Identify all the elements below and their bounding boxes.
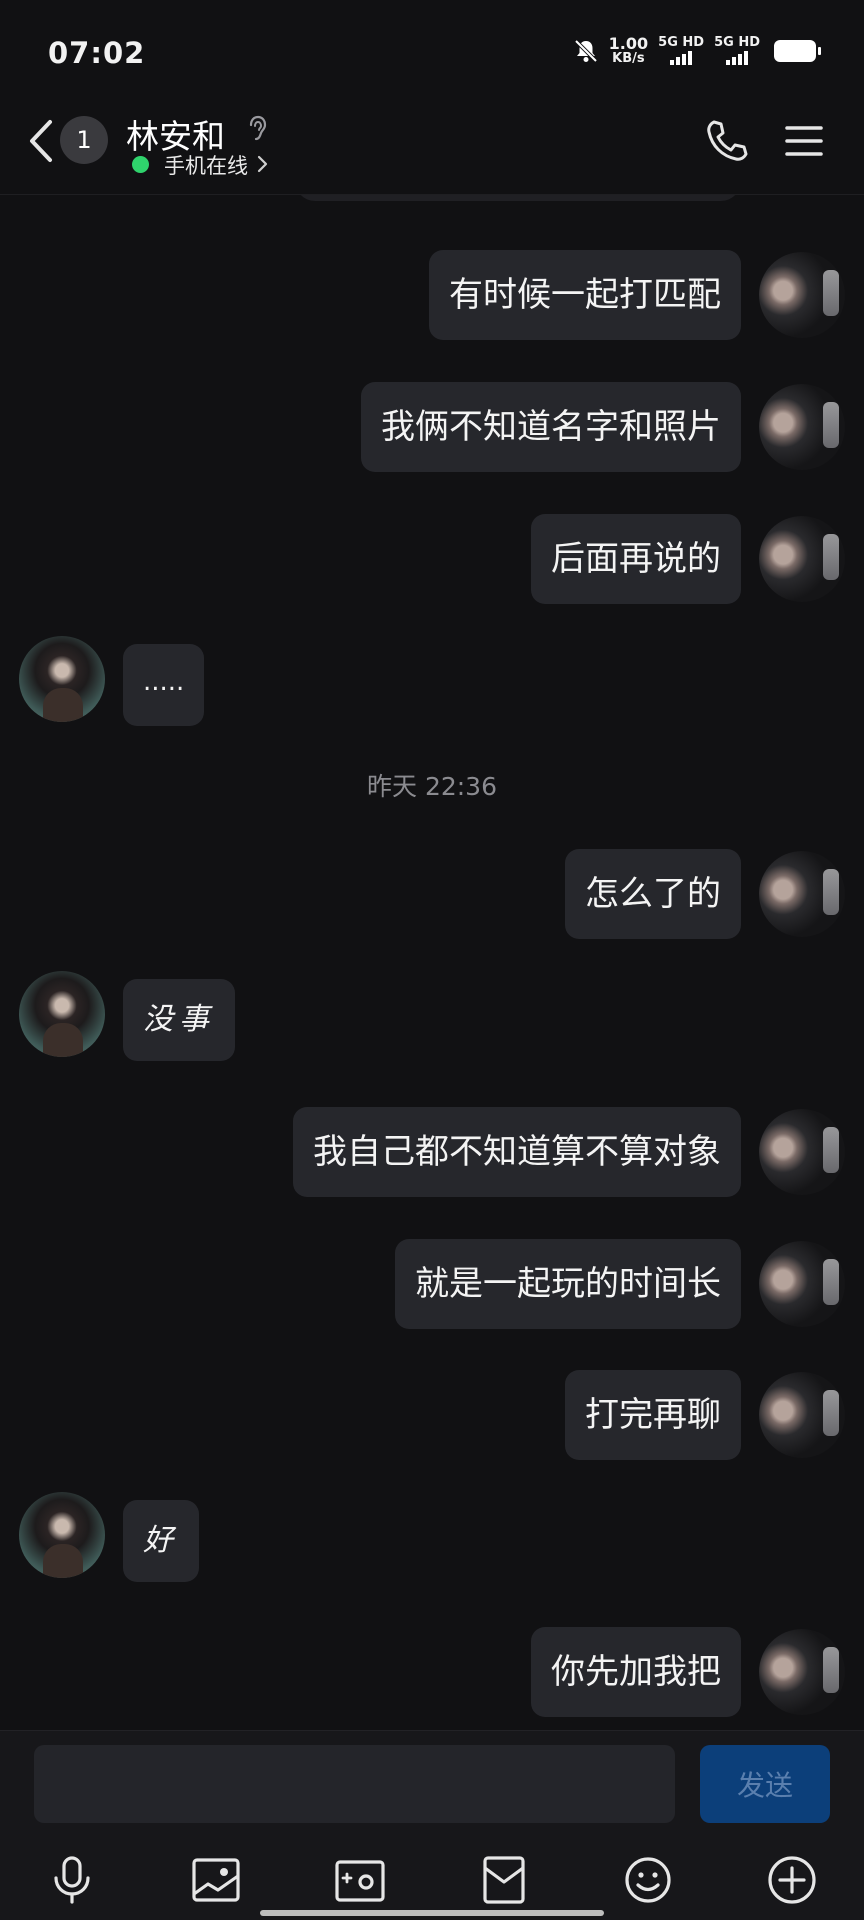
message-input[interactable] bbox=[34, 1745, 675, 1823]
avatar[interactable] bbox=[19, 1492, 105, 1578]
status-icons: 1.00 KB/s 5G HD 5G HD bbox=[573, 34, 821, 66]
online-status-text[interactable]: 手机在线 bbox=[164, 150, 248, 180]
emoji-icon[interactable] bbox=[622, 1854, 674, 1906]
avatar[interactable] bbox=[759, 1109, 845, 1195]
send-button[interactable]: 发送 bbox=[700, 1745, 830, 1823]
message-bubble[interactable]: 后面再说的 bbox=[531, 514, 741, 604]
message-bubble[interactable]: 我自己都不知道算不算对象 bbox=[293, 1107, 741, 1197]
net-speed: 1.00 KB/s bbox=[608, 34, 649, 66]
message-bubble[interactable]: 怎么了的 bbox=[565, 849, 741, 939]
avatar[interactable] bbox=[759, 1241, 845, 1327]
camera-icon[interactable] bbox=[334, 1854, 386, 1906]
avatar[interactable] bbox=[19, 971, 105, 1057]
ear-icon[interactable] bbox=[246, 114, 270, 144]
avatar[interactable] bbox=[759, 851, 845, 937]
sim1-signal: 5G HD bbox=[658, 36, 704, 65]
avatar[interactable] bbox=[759, 1629, 845, 1715]
input-bar: 发送 bbox=[0, 1730, 864, 1840]
microphone-icon[interactable] bbox=[46, 1854, 98, 1906]
message-bubble[interactable]: 就是一起玩的时间长 bbox=[395, 1239, 741, 1329]
message-bubble[interactable]: ..... bbox=[123, 644, 205, 726]
unread-badge[interactable]: 1 bbox=[60, 116, 108, 164]
menu-icon[interactable] bbox=[784, 124, 824, 158]
message-bubble[interactable]: 我俩不知道名字和照片 bbox=[361, 382, 741, 472]
avatar[interactable] bbox=[19, 636, 105, 722]
avatar[interactable] bbox=[759, 1372, 845, 1458]
chevron-right-icon[interactable] bbox=[256, 153, 270, 175]
signal-icon bbox=[670, 51, 693, 65]
status-time: 07:02 bbox=[48, 36, 146, 70]
home-indicator[interactable] bbox=[260, 1910, 604, 1916]
chat-area[interactable]: 有时候一起打匹配 我俩不知道名字和照片 后面再说的 ..... 昨天 22:36… bbox=[0, 195, 864, 1730]
partial-message-bubble bbox=[295, 195, 741, 201]
status-bar: 07:02 1.00 KB/s 5G HD 5G HD bbox=[0, 0, 864, 100]
red-packet-icon[interactable] bbox=[478, 1854, 530, 1906]
mute-bell-icon bbox=[574, 39, 598, 62]
phone-icon[interactable] bbox=[704, 118, 750, 164]
avatar[interactable] bbox=[759, 252, 845, 338]
online-status-dot bbox=[132, 156, 149, 173]
bottom-toolbar bbox=[0, 1840, 864, 1920]
net-speed-value: 1.00 bbox=[608, 34, 649, 53]
message-bubble[interactable]: 有时候一起打匹配 bbox=[429, 250, 741, 340]
message-timestamp: 昨天 22:36 bbox=[367, 772, 497, 801]
plus-circle-icon[interactable] bbox=[766, 1854, 818, 1906]
avatar[interactable] bbox=[759, 516, 845, 602]
signal-icon bbox=[726, 51, 749, 65]
battery-icon bbox=[774, 39, 821, 62]
back-chevron-icon[interactable] bbox=[24, 116, 60, 166]
net-speed-unit: KB/s bbox=[612, 51, 645, 66]
chat-header: 1 林安和 手机在线 bbox=[0, 100, 864, 195]
sim1-label: 5G HD bbox=[658, 35, 705, 50]
message-bubble[interactable]: 好 bbox=[123, 1500, 199, 1582]
message-bubble[interactable]: 打完再聊 bbox=[565, 1370, 741, 1460]
message-bubble[interactable]: 没事 bbox=[123, 979, 235, 1061]
sim2-signal: 5G HD bbox=[714, 36, 760, 65]
avatar[interactable] bbox=[759, 384, 845, 470]
message-bubble[interactable]: 你先加我把 bbox=[531, 1627, 741, 1717]
image-icon[interactable] bbox=[190, 1854, 242, 1906]
sim2-label: 5G HD bbox=[714, 35, 760, 50]
